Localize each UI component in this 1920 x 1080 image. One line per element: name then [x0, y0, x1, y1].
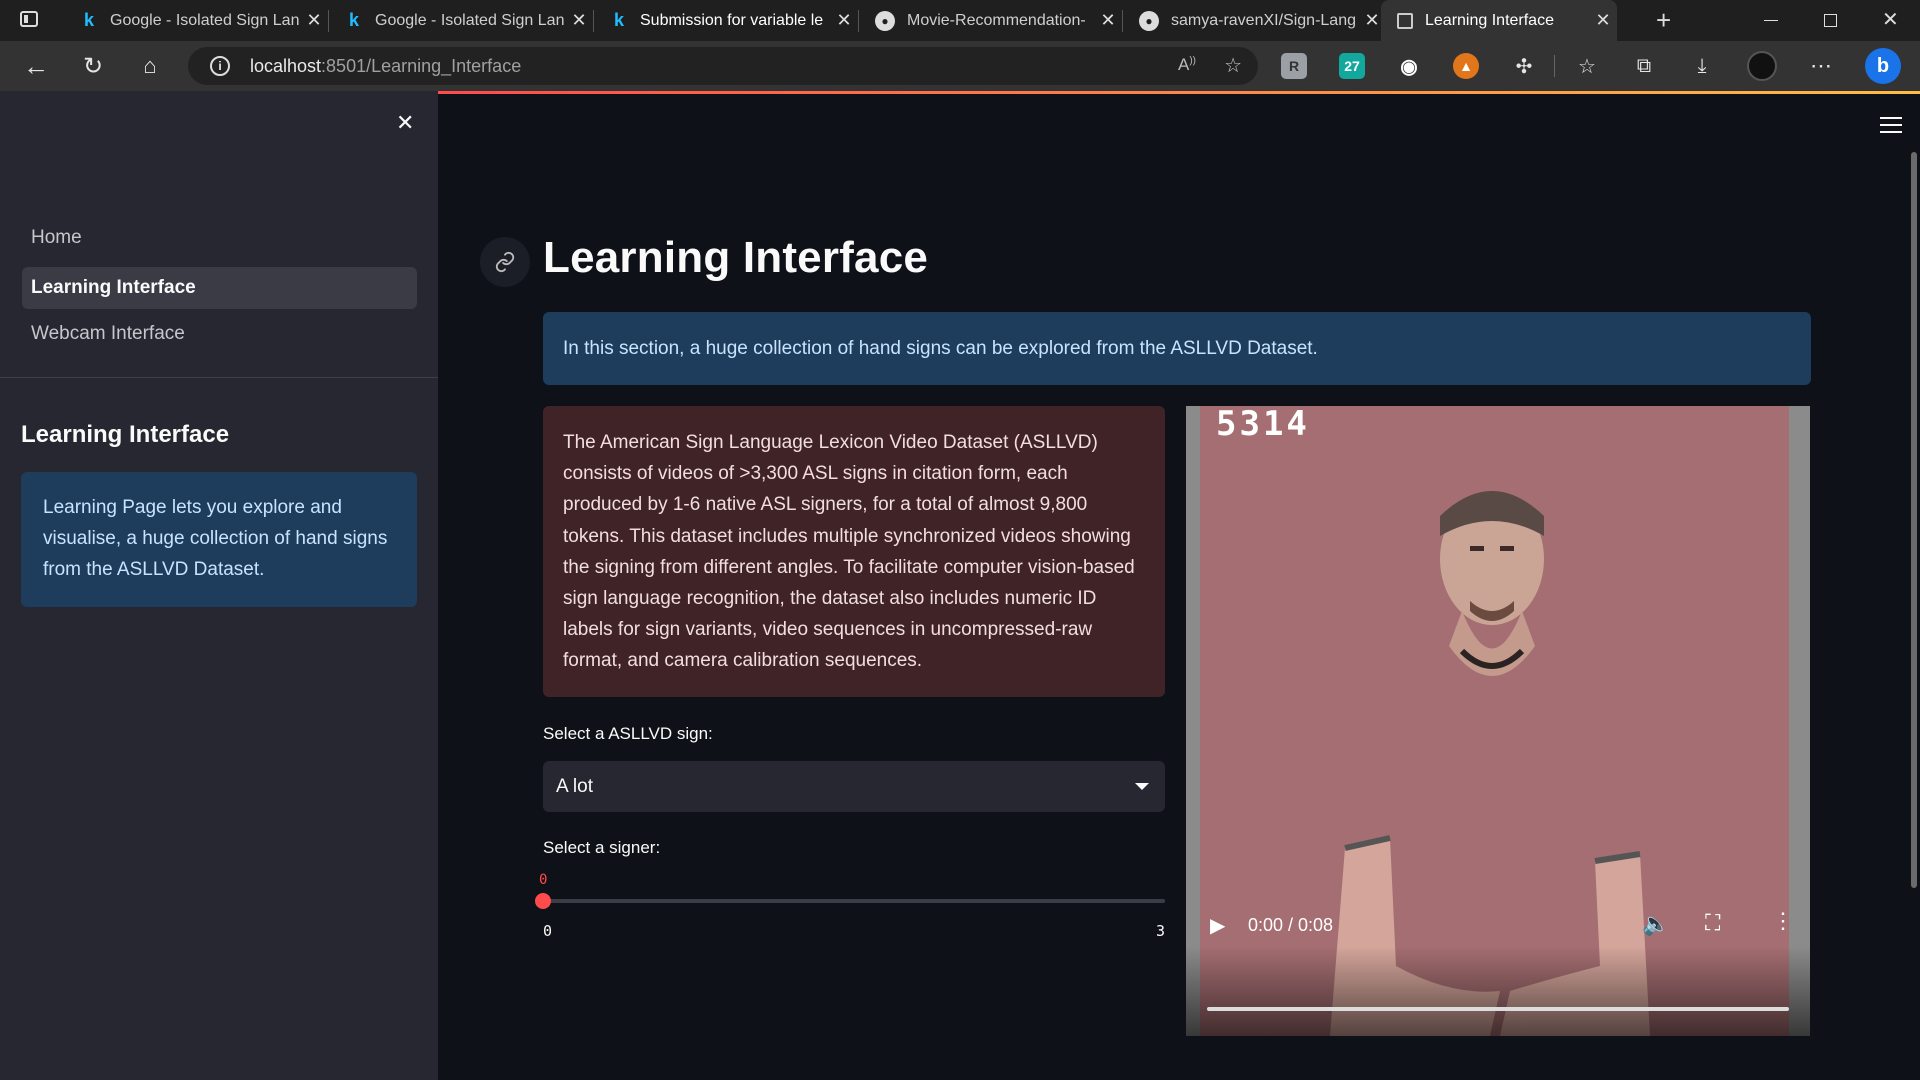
- close-tab-icon[interactable]: ✕: [1589, 10, 1617, 31]
- close-tab-icon[interactable]: ✕: [565, 10, 593, 31]
- downloads-icon[interactable]: ⤓: [1686, 50, 1718, 82]
- video-player[interactable]: 5314 ▶ 0:00 / 0:08 🔈 ⛶ ⋮: [1186, 406, 1810, 1036]
- volume-icon[interactable]: 🔈: [1642, 911, 1669, 937]
- close-tab-icon[interactable]: ✕: [1094, 10, 1122, 31]
- sidebar-title: Learning Interface: [21, 421, 230, 448]
- video-frame: 5314: [1186, 406, 1810, 1036]
- browser-tab[interactable]: k Google - Isolated Sign Lan ✕: [64, 0, 329, 41]
- info-banner: In this section, a huge collection of ha…: [543, 312, 1811, 385]
- extensions-puzzle-icon[interactable]: ✣: [1508, 50, 1540, 82]
- video-frame-border: [1789, 406, 1810, 1036]
- browser-tab-strip: k Google - Isolated Sign Lan ✕ k Google …: [0, 0, 1920, 41]
- extension-face-icon[interactable]: ◉: [1396, 53, 1422, 79]
- metamask-fox-icon[interactable]: ▲: [1453, 53, 1479, 79]
- more-menu-icon[interactable]: ⋯: [1805, 50, 1837, 82]
- browser-tab[interactable]: ● samya-ravenXI/Sign-Lang ✕: [1123, 0, 1387, 41]
- signer-slider-track[interactable]: [543, 899, 1165, 903]
- new-tab-icon[interactable]: +: [1656, 5, 1671, 36]
- url-input[interactable]: i localhost:8501/Learning_Interface A)) …: [188, 47, 1258, 85]
- signer-figure: [1330, 491, 1650, 1036]
- slider-max-label: 3: [1156, 922, 1166, 940]
- browser-tab-active[interactable]: Learning Interface ✕: [1381, 0, 1617, 41]
- sign-select-dropdown[interactable]: A lot: [543, 761, 1165, 812]
- minimize-icon[interactable]: [1764, 20, 1778, 21]
- fullscreen-icon[interactable]: ⛶: [1705, 910, 1720, 936]
- video-controls-overlay: [1186, 946, 1810, 1036]
- sidebar-divider: [0, 377, 438, 378]
- extension-calendar-icon[interactable]: 27: [1339, 53, 1365, 79]
- extension-icon[interactable]: R: [1281, 53, 1307, 79]
- close-sidebar-icon[interactable]: ✕: [396, 110, 414, 136]
- streamlit-top-decoration: [438, 91, 1920, 94]
- site-info-icon[interactable]: i: [210, 56, 230, 76]
- tab-actions-icon[interactable]: [20, 11, 38, 27]
- streamlit-icon: [1397, 12, 1413, 29]
- sidebar-item-webcam-interface[interactable]: Webcam Interface: [22, 313, 417, 355]
- profile-avatar[interactable]: [1747, 51, 1777, 81]
- github-icon: ●: [1139, 10, 1159, 31]
- close-tab-icon[interactable]: ✕: [830, 10, 858, 31]
- sign-select-label: Select a ASLLVD sign:: [543, 724, 713, 743]
- address-bar-row: ← ↻ ⌂ i localhost:8501/Learning_Interfac…: [0, 41, 1920, 91]
- video-progress-bar[interactable]: [1207, 1007, 1789, 1011]
- video-frame-border: [1186, 406, 1200, 1036]
- bing-copilot-icon[interactable]: b: [1865, 48, 1901, 84]
- browser-tab[interactable]: k Submission for variable le ✕: [594, 0, 859, 41]
- close-window-icon[interactable]: ✕: [1882, 7, 1899, 32]
- video-more-icon[interactable]: ⋮: [1772, 908, 1794, 934]
- sidebar-item-learning-interface[interactable]: Learning Interface: [22, 267, 417, 309]
- collections-icon[interactable]: ⧉: [1628, 50, 1660, 82]
- back-icon[interactable]: ←: [20, 50, 52, 82]
- sign-select-value: A lot: [556, 775, 593, 797]
- kaggle-icon: k: [348, 10, 359, 30]
- info-banner-text: In this section, a huge collection of ha…: [563, 337, 1318, 359]
- favorites-icon[interactable]: ☆: [1571, 50, 1603, 82]
- slider-min-label: 0: [543, 922, 553, 940]
- favorite-add-icon[interactable]: ☆: [1224, 53, 1242, 78]
- url-host: localhost: [250, 55, 322, 76]
- close-tab-icon[interactable]: ✕: [300, 10, 328, 31]
- sidebar: ✕ Home Learning Interface Webcam Interfa…: [0, 91, 438, 1080]
- sidebar-info-box: Learning Page lets you explore and visua…: [21, 472, 417, 607]
- play-icon[interactable]: ▶: [1210, 913, 1225, 938]
- github-icon: ●: [875, 10, 895, 31]
- toolbar-divider: [1554, 55, 1555, 77]
- video-time: 0:00 / 0:08: [1248, 915, 1334, 935]
- home-icon[interactable]: ⌂: [134, 50, 166, 82]
- url-path: :8501/Learning_Interface: [321, 55, 522, 76]
- signer-slider-thumb[interactable]: [535, 893, 551, 909]
- description-box: The American Sign Language Lexicon Video…: [543, 406, 1165, 697]
- main-menu-icon[interactable]: [1880, 117, 1902, 138]
- browser-tab[interactable]: ● Movie-Recommendation- ✕: [859, 0, 1123, 41]
- sidebar-item-home[interactable]: Home: [22, 217, 417, 259]
- kaggle-icon: k: [613, 10, 624, 30]
- read-aloud-icon[interactable]: A)): [1178, 55, 1196, 75]
- chevron-down-icon: [1135, 783, 1149, 790]
- restore-icon[interactable]: [1824, 14, 1837, 27]
- refresh-icon[interactable]: ↻: [77, 50, 109, 82]
- signer-slider-label: Select a signer:: [543, 838, 661, 857]
- kaggle-icon: k: [83, 10, 94, 30]
- browser-tab[interactable]: k Google - Isolated Sign Lan ✕: [329, 0, 594, 41]
- scrollbar[interactable]: [1911, 152, 1917, 888]
- page-title: Learning Interface: [543, 233, 929, 282]
- link-anchor-icon[interactable]: [480, 237, 530, 287]
- slider-current-value: 0: [539, 872, 548, 888]
